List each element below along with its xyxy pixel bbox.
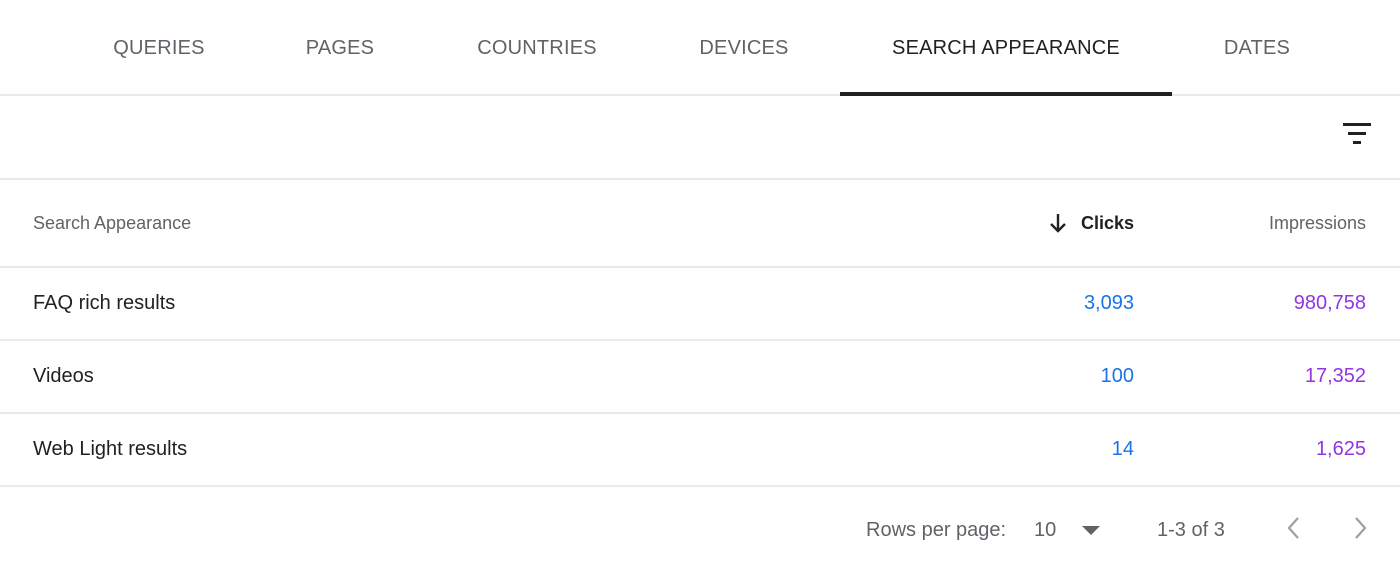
- column-header-clicks[interactable]: Clicks: [1049, 180, 1134, 266]
- rows-per-page-value: 10: [1034, 518, 1057, 541]
- chevron-left-icon[interactable]: [1280, 512, 1308, 544]
- row-clicks: 3,093: [1083, 292, 1134, 314]
- page-range: 1-3 of 3: [1157, 519, 1225, 541]
- row-clicks: 14: [1111, 438, 1134, 460]
- column-header-search-appearance[interactable]: Search Appearance: [33, 180, 191, 266]
- tab-devices[interactable]: DEVICES: [676, 0, 812, 96]
- tab-search-appearance[interactable]: SEARCH APPEARANCE: [840, 0, 1172, 96]
- row-impressions: 980,758: [1293, 292, 1366, 314]
- row-impressions: 17,352: [1304, 365, 1366, 387]
- rows-per-page-select[interactable]: 10: [1034, 512, 1104, 548]
- rows-per-page-label: Rows per page:: [866, 519, 1007, 541]
- row-impressions: 1,625: [1315, 438, 1366, 460]
- row-search-appearance: Web Light results: [33, 438, 188, 460]
- tab-queries[interactable]: QUERIES: [94, 0, 224, 96]
- performance-report: QUERIES PAGES COUNTRIES DEVICES SEARCH A…: [0, 0, 1400, 568]
- dropdown-caret-icon: [1082, 525, 1101, 535]
- row-search-appearance: Videos: [33, 365, 94, 387]
- arrow-down-icon: [1050, 214, 1066, 233]
- tab-pages[interactable]: PAGES: [280, 0, 400, 96]
- tab-dates[interactable]: DATES: [1196, 0, 1318, 96]
- filter-list-icon[interactable]: [1340, 120, 1374, 150]
- tab-countries[interactable]: COUNTRIES: [460, 0, 614, 96]
- search-appearance-table: Search Appearance Clicks Impressions FAQ…: [0, 180, 1400, 487]
- column-header-clicks-label: Clicks: [1080, 212, 1134, 233]
- pagination: Rows per page: 10 1-3 of 3: [0, 490, 1400, 568]
- row-search-appearance: FAQ rich results: [33, 292, 176, 314]
- table-row[interactable]: FAQ rich results 3,093 980,758: [0, 268, 1400, 341]
- table-toolbar: [0, 96, 1400, 180]
- chevron-right-icon[interactable]: [1346, 512, 1374, 544]
- table-row[interactable]: Videos 100 17,352: [0, 341, 1400, 414]
- row-clicks: 100: [1100, 365, 1134, 387]
- dimension-tabs: QUERIES PAGES COUNTRIES DEVICES SEARCH A…: [0, 0, 1400, 96]
- table-row[interactable]: Web Light results 14 1,625: [0, 414, 1400, 487]
- column-header-impressions[interactable]: Impressions: [1269, 180, 1366, 266]
- table-header: Search Appearance Clicks Impressions: [0, 180, 1400, 268]
